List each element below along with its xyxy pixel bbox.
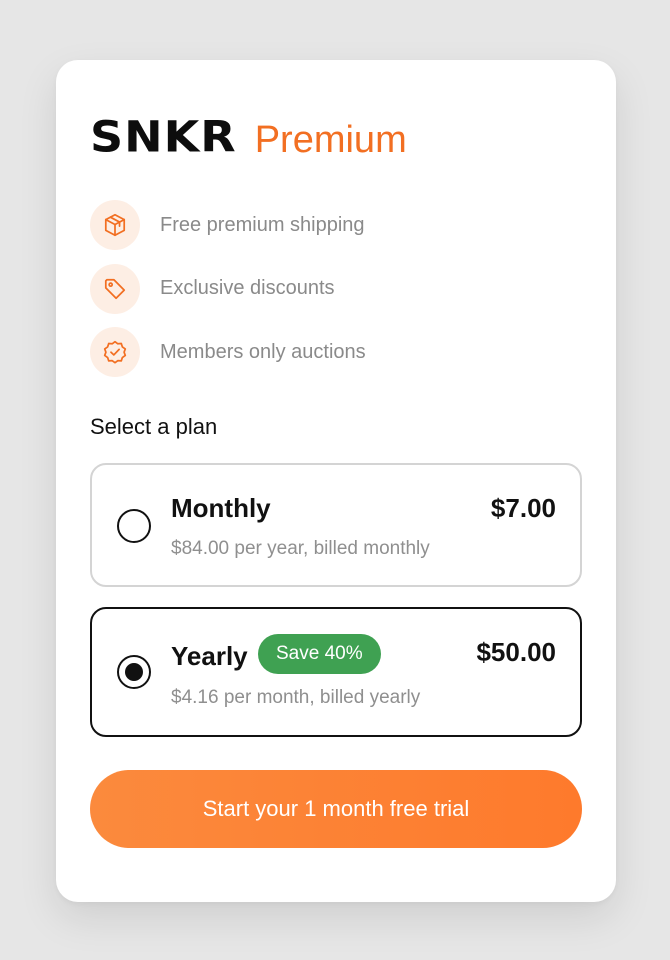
feature-label: Exclusive discounts bbox=[160, 277, 335, 299]
plan-subtitle: $4.16 per month, billed yearly bbox=[171, 687, 421, 708]
plan-name: Yearly bbox=[171, 641, 248, 671]
package-icon bbox=[90, 200, 140, 250]
feature-label: Free premium shipping bbox=[160, 213, 365, 236]
tag-icon bbox=[90, 263, 140, 314]
plan-name: Monthly bbox=[171, 493, 271, 523]
snkr-logo: SNKR bbox=[90, 112, 237, 162]
radio-selected-dot bbox=[125, 663, 143, 681]
radio-yearly[interactable] bbox=[117, 655, 151, 689]
brand-header: SNKR Premium bbox=[90, 112, 407, 162]
plan-option-yearly[interactable]: Yearly Save 40% $50.00 $4.16 per month, … bbox=[90, 607, 582, 737]
premium-card: SNKR Premium Free premium shipping Exclu… bbox=[56, 60, 616, 902]
feature-item: Exclusive discounts bbox=[90, 263, 366, 314]
feature-item: Members only auctions bbox=[90, 327, 366, 377]
feature-list: Free premium shipping Exclusive discount… bbox=[90, 200, 366, 391]
save-badge: Save 40% bbox=[258, 634, 381, 674]
verified-badge-icon bbox=[90, 327, 140, 377]
product-name: Premium bbox=[254, 119, 407, 161]
radio-monthly[interactable] bbox=[117, 509, 151, 543]
plan-subtitle: $84.00 per year, billed monthly bbox=[171, 538, 430, 559]
plan-option-monthly[interactable]: Monthly $7.00 $84.00 per year, billed mo… bbox=[90, 463, 582, 587]
plan-price: $50.00 bbox=[476, 637, 556, 667]
feature-item: Free premium shipping bbox=[90, 200, 366, 250]
start-trial-button[interactable]: Start your 1 month free trial bbox=[90, 770, 582, 848]
feature-label: Members only auctions bbox=[160, 340, 366, 363]
select-plan-heading: Select a plan bbox=[90, 414, 218, 439]
plan-price: $7.00 bbox=[490, 493, 556, 523]
